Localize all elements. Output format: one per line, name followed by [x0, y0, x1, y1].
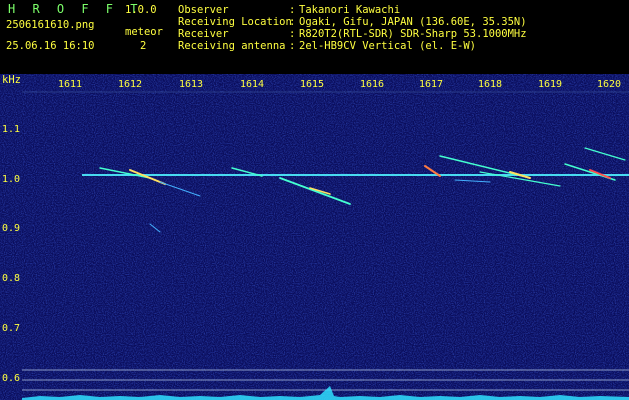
app-version: 1.0.0 [125, 4, 157, 16]
x-tick-label: 1613 [179, 79, 204, 90]
info-key-receiver: Receiver [178, 28, 229, 40]
x-tick-label: 1614 [240, 79, 265, 90]
x-tick-label: 1618 [478, 79, 503, 90]
waterfall-noise [0, 74, 629, 400]
y-tick-label: 1.0 [2, 174, 21, 185]
y-tick-label: 0.9 [2, 223, 21, 234]
app-title: H R O F F T [8, 2, 143, 16]
x-tick-label: 1616 [360, 79, 385, 90]
x-tick-label: 1612 [118, 79, 143, 90]
info-colon: : [289, 28, 296, 40]
info-colon: : [289, 40, 296, 52]
spectrogram-waterfall [0, 74, 629, 400]
y-tick-label: 1.1 [2, 124, 21, 135]
axis-unit-label: kHz [2, 74, 21, 86]
meteor-count: 2 [140, 40, 147, 52]
image-filename: 2506161610.png [6, 19, 95, 31]
y-tick-label: 0.7 [2, 323, 21, 334]
x-tick-label: 1620 [597, 79, 622, 90]
y-tick-label: 0.8 [2, 273, 21, 284]
x-tick-label: 1611 [58, 79, 83, 90]
info-key-location: Receiving Location [178, 16, 292, 28]
info-colon: : [289, 16, 296, 28]
y-tick-label: 0.6 [2, 373, 21, 384]
info-key-observer: Observer [178, 4, 229, 16]
x-tick-label: 1615 [300, 79, 325, 90]
x-tick-label: 1617 [419, 79, 444, 90]
info-value-location: Ogaki, Gifu, JAPAN (136.60E, 35.35N) [299, 16, 527, 28]
info-colon: : [289, 4, 296, 16]
info-value-antenna: 2el-HB9CV Vertical (el. E-W) [299, 40, 477, 52]
info-key-antenna: Receiving antenna [178, 40, 286, 52]
info-value-receiver: R820T2(RTL-SDR) SDR-Sharp 53.1000MHz [299, 28, 527, 40]
mode-label: meteor [125, 26, 163, 38]
datetime-label: 25.06.16 16:10 [6, 40, 95, 52]
x-tick-label: 1619 [538, 79, 563, 90]
info-value-observer: Takanori Kawachi [299, 4, 401, 16]
